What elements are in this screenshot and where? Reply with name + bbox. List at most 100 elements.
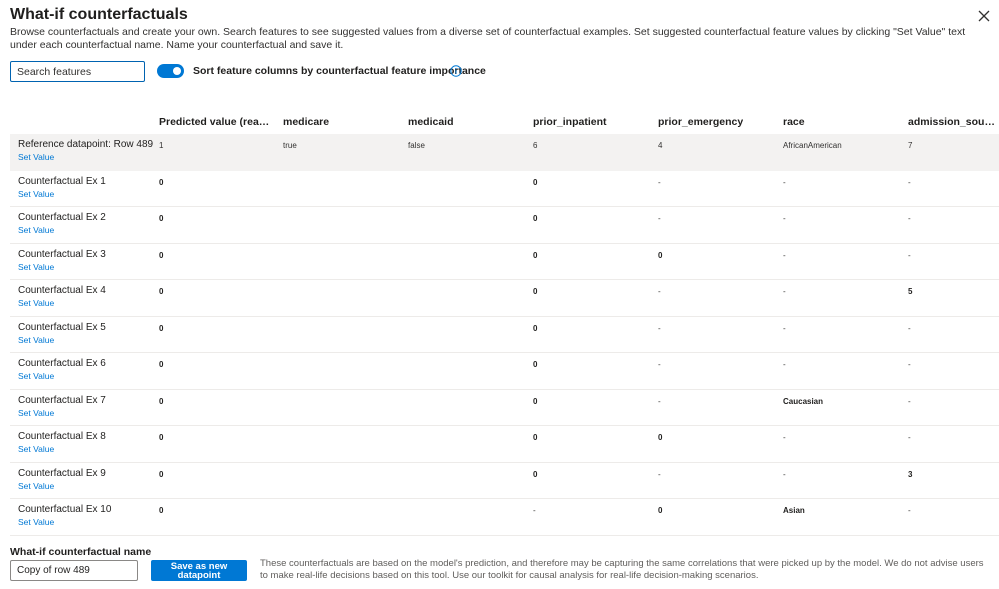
- table-cell: 3: [908, 469, 913, 479]
- table-cell: -: [658, 360, 661, 369]
- table-cell: -: [783, 177, 786, 187]
- table-cell: -: [908, 250, 911, 260]
- panel-description: Browse counterfactuals and create your o…: [10, 26, 966, 51]
- row-label: Counterfactual Ex 4: [18, 285, 106, 296]
- table-cell: -: [783, 433, 786, 442]
- sort-toggle-label: Sort feature columns by counterfactual f…: [193, 65, 486, 77]
- table-cell: -: [908, 214, 911, 223]
- table-cell: -: [658, 287, 661, 296]
- table-cell: 0: [159, 360, 164, 369]
- column-header: admission_source: [908, 116, 996, 128]
- table-cell: 0: [533, 323, 538, 333]
- counterfactual-name-label: What-if counterfactual name: [10, 546, 152, 558]
- table-cell: 0: [533, 250, 538, 260]
- save-as-new-datapoint-button[interactable]: Save as new datapoint: [151, 560, 247, 581]
- table-row: Counterfactual Ex 9 Set Value 0 0 - - 3: [10, 463, 999, 499]
- column-header: medicare: [283, 116, 330, 128]
- close-icon[interactable]: [976, 8, 992, 24]
- table-cell: -: [783, 287, 786, 296]
- set-value-link[interactable]: Set Value: [18, 517, 54, 527]
- row-label: Counterfactual Ex 7: [18, 394, 106, 406]
- table-cell: 0: [533, 396, 538, 406]
- sort-importance-toggle[interactable]: [157, 64, 184, 78]
- table-cell: -: [908, 360, 911, 369]
- row-label: Counterfactual Ex 3: [18, 248, 106, 260]
- column-header: prior_inpatient: [533, 116, 607, 128]
- table-cell: -: [533, 506, 536, 515]
- table-cell: 0: [159, 250, 164, 260]
- table-cell: -: [658, 396, 661, 406]
- table-row: Counterfactual Ex 5 Set Value 0 0 - - -: [10, 317, 999, 353]
- row-label: Counterfactual Ex 6: [18, 358, 106, 369]
- table-row: Counterfactual Ex 4 Set Value 0 0 - - 5: [10, 280, 999, 317]
- table-cell: Caucasian: [783, 396, 824, 406]
- row-label: Counterfactual Ex 9: [18, 467, 106, 479]
- counterfactual-name-input[interactable]: [10, 560, 138, 581]
- table-row: Counterfactual Ex 8 Set Value 0 0 0 - -: [10, 426, 999, 463]
- table-cell: 0: [533, 469, 538, 479]
- table-cell: true: [283, 141, 297, 150]
- set-value-link[interactable]: Set Value: [18, 408, 54, 418]
- column-header: race: [783, 116, 805, 128]
- set-value-link[interactable]: Set Value: [18, 481, 54, 491]
- table-cell: -: [908, 506, 911, 515]
- table-cell: 0: [159, 469, 164, 479]
- row-label: Counterfactual Ex 1: [18, 175, 106, 187]
- set-value-link[interactable]: Set Value: [18, 335, 54, 345]
- table-cell: -: [908, 396, 911, 406]
- table-cell: 0: [658, 506, 663, 515]
- row-label: Counterfactual Ex 8: [18, 431, 106, 442]
- table-cell: 0: [658, 433, 663, 442]
- table-cell: 4: [658, 141, 663, 150]
- counterfactuals-table: Predicted value (readmit_... medicare medi…: [10, 113, 999, 536]
- table-row: Counterfactual Ex 7 Set Value 0 0 - Caucasian…: [10, 390, 999, 426]
- column-header: Predicted value (readmit_...: [159, 116, 271, 128]
- set-value-link[interactable]: Set Value: [18, 189, 54, 199]
- table-cell: 0: [533, 177, 538, 187]
- table-cell: -: [783, 360, 786, 369]
- row-label: Counterfactual Ex 5: [18, 321, 106, 333]
- table-cell: AfricanAmerican: [783, 141, 842, 150]
- table-cell: -: [908, 323, 911, 333]
- info-icon[interactable]: [450, 65, 462, 77]
- table-row: Counterfactual Ex 1 Set Value 0 0 - - -: [10, 171, 999, 207]
- table-cell: -: [908, 433, 911, 442]
- set-value-link[interactable]: Set Value: [18, 152, 54, 162]
- table-cell: 0: [533, 287, 538, 296]
- table-cell: -: [658, 214, 661, 223]
- table-cell: 5: [908, 287, 913, 296]
- set-value-link[interactable]: Set Value: [18, 225, 54, 235]
- row-label: Reference datapoint: Row 489: [18, 139, 154, 150]
- table-cell: -: [783, 469, 786, 479]
- table-cell: -: [783, 214, 786, 223]
- set-value-link[interactable]: Set Value: [18, 444, 54, 454]
- table-cell: 0: [159, 506, 164, 515]
- set-value-link[interactable]: Set Value: [18, 262, 54, 272]
- table-cell: -: [658, 323, 661, 333]
- table-cell: Asian: [783, 506, 805, 515]
- table-cell: 0: [533, 214, 538, 223]
- table-row: Counterfactual Ex 3 Set Value 0 0 0 - -: [10, 244, 999, 280]
- table-cell: 0: [159, 433, 164, 442]
- row-label: Counterfactual Ex 10: [18, 504, 112, 515]
- set-value-link[interactable]: Set Value: [18, 298, 54, 308]
- table-row: Counterfactual Ex 2 Set Value 0 0 - - -: [10, 207, 999, 244]
- table-cell: -: [658, 177, 661, 187]
- toggle-knob: [173, 67, 181, 75]
- search-features-input[interactable]: [10, 61, 145, 82]
- table-cell: 0: [159, 323, 164, 333]
- column-header: medicaid: [408, 116, 454, 128]
- disclaimer-note: These counterfactuals are based on the m…: [260, 558, 984, 581]
- table-cell: 0: [159, 214, 164, 223]
- table-cell: 0: [159, 177, 164, 187]
- table-cell: 0: [533, 360, 538, 369]
- column-header: prior_emergency: [658, 116, 744, 128]
- table-cell: -: [908, 177, 911, 187]
- panel-title: What-if counterfactuals: [10, 6, 188, 23]
- set-value-link[interactable]: Set Value: [18, 371, 54, 381]
- table-cell: 6: [533, 141, 538, 150]
- row-label: Counterfactual Ex 2: [18, 212, 106, 223]
- table-cell: false: [408, 141, 425, 150]
- save-button-line2: datapoint: [177, 570, 221, 581]
- table-row: Counterfactual Ex 6 Set Value 0 0 - - -: [10, 353, 999, 390]
